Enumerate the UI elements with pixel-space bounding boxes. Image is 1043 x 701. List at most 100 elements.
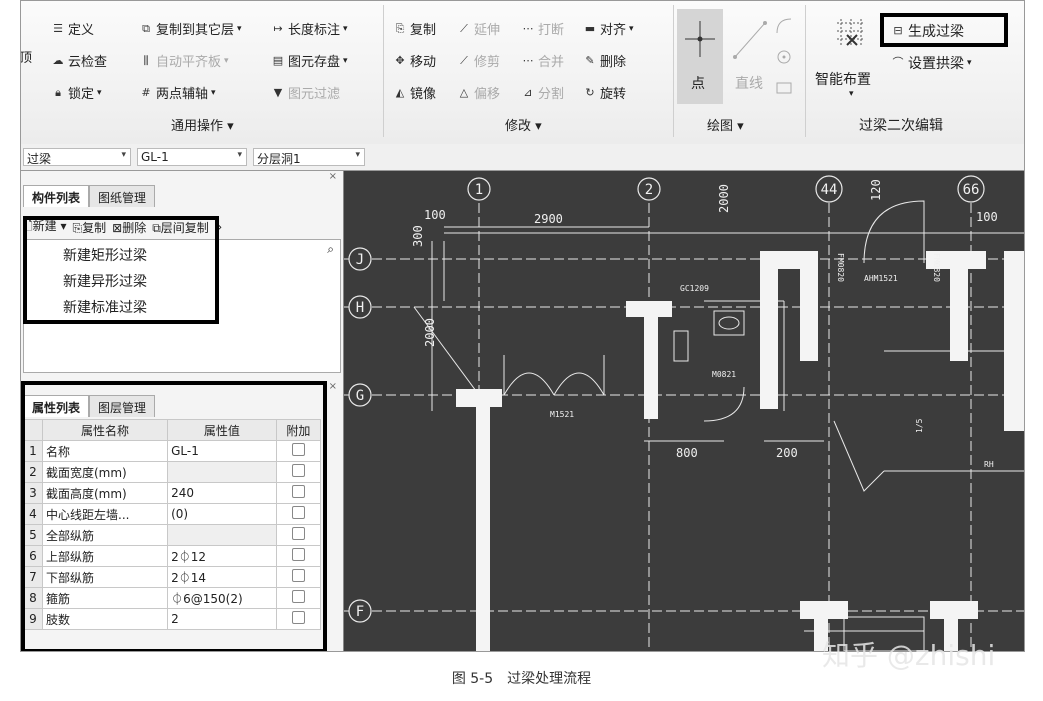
move-button[interactable]: ✥ 移动 — [393, 51, 436, 70]
extend-button[interactable]: ⟋ 延伸 — [457, 19, 500, 38]
app-window: 顶 ☰ 定义 ☁ 云检查 🔒︎ 锁定 ▾ ⧉ 复制到其它层 ▾ ⫼ 自动平齐板 ▾ # 两点辅轴 ▾… — [20, 0, 1025, 652]
dim-label: 120 — [869, 179, 883, 201]
smart-layout-icon — [837, 19, 865, 47]
copy-layer-icon: ⧉ — [142, 21, 150, 35]
selector-bar: 过梁 ▾ GL-1 ▾ 分层洞1 ▾ — [21, 144, 1024, 171]
highlight-new-menu — [23, 216, 219, 324]
smart-layout-button[interactable]: 智能布置 — [815, 69, 871, 89]
group-general-label: 通用操作 ▾ — [171, 119, 234, 134]
close-icon[interactable]: × — [329, 381, 337, 392]
ribbon-separator — [383, 5, 384, 137]
dim-label: 2000 — [423, 318, 437, 347]
component-tag: RH — [984, 460, 994, 469]
offset-icon: △ — [459, 85, 469, 99]
axis-label: 2 — [645, 182, 653, 198]
axis-label: 66 — [963, 182, 980, 198]
element-save-button[interactable]: ▤ 图元存盘 ▾ — [271, 51, 348, 70]
offset-button[interactable]: △ 偏移 — [457, 83, 500, 102]
mirror-icon: ◭ — [395, 85, 405, 99]
filter-icon: ▼ — [273, 85, 283, 99]
tab-drawing-management[interactable]: 图纸管理 — [89, 185, 156, 207]
copy-button[interactable]: ⎘ 复制 — [393, 19, 436, 38]
axis-label: H — [356, 300, 364, 316]
dim-label: 2900 — [534, 212, 563, 226]
merge-button[interactable]: ⋯ 合并 — [521, 51, 565, 70]
copy-to-layer-button[interactable]: ⧉ 复制到其它层 ▾ — [139, 19, 241, 38]
component-tag: GC1209 — [680, 284, 709, 293]
axis-label: J — [356, 252, 364, 268]
split-button[interactable]: ⊿ 分割 — [521, 83, 564, 102]
copy-icon: ⎘ — [395, 21, 405, 35]
close-icon[interactable]: × — [329, 171, 337, 182]
extend-icon: ⟋ — [460, 21, 468, 35]
cloud-check-button[interactable]: ☁ 云检查 — [51, 51, 108, 70]
auto-align-slab-button[interactable]: ⫼ 自动平齐板 ▾ — [139, 51, 228, 70]
cloud-icon: ☁ — [52, 53, 64, 67]
define-icon: ☰ — [53, 21, 63, 35]
component-tag: AHM1521 — [864, 274, 898, 283]
ribbon-separator — [673, 5, 674, 137]
group-beam-label: 过梁二次编辑 — [859, 118, 943, 134]
left-pane: × 构件列表 图纸管理 🗋新建 ▾ ⎘复制 ⊠删除 ⧉层间复制 » ⌕ 新建矩形… — [21, 171, 344, 651]
axis-icon: # — [141, 85, 151, 99]
align-icon: ▬ — [584, 21, 596, 35]
dim-label: 100 — [976, 210, 998, 224]
lock-button[interactable]: 🔒︎ 锁定 ▾ — [51, 83, 101, 102]
axis-label: G — [356, 388, 364, 404]
figure-caption: 图 5-5 过梁处理流程 — [451, 671, 592, 687]
search-icon[interactable]: ⌕ — [327, 242, 334, 257]
dim-label: 100 — [424, 208, 446, 222]
smart-layout-dropdown-arrow[interactable]: ▾ — [849, 89, 854, 99]
dim-label: 200 — [776, 446, 798, 460]
dim-label: 800 — [676, 446, 698, 460]
rotate-button[interactable]: ↻ 旋转 — [583, 83, 626, 102]
draw-line-button[interactable]: 直线 — [727, 9, 773, 104]
name-select[interactable]: GL-1 ▾ — [137, 148, 247, 166]
trim-button[interactable]: ⟋ 修剪 — [457, 51, 500, 70]
type-select[interactable]: 过梁 ▾ — [23, 148, 131, 166]
mirror-button[interactable]: ◭ 镜像 — [393, 83, 436, 102]
axis-label: 44 — [821, 182, 838, 198]
length-dim-button[interactable]: ↦ 长度标注 ▾ — [271, 19, 347, 38]
split-icon: ⊿ — [523, 85, 533, 99]
highlight-generate-beam — [880, 13, 1008, 47]
two-point-axis-button[interactable]: # 两点辅轴 ▾ — [139, 83, 215, 102]
axis-label: F — [356, 604, 364, 620]
element-filter-button[interactable]: ▼ 图元过滤 — [271, 83, 340, 102]
rotate-icon: ↻ — [585, 85, 595, 99]
move-icon: ✥ — [395, 53, 405, 67]
trim-icon: ⟋ — [460, 53, 468, 67]
point-icon — [685, 21, 715, 57]
define-button[interactable]: ☰ 定义 — [51, 19, 94, 38]
ribbon: 顶 ☰ 定义 ☁ 云检查 🔒︎ 锁定 ▾ ⧉ 复制到其它层 ▾ ⫼ 自动平齐板 ▾ # 两点辅轴 ▾… — [21, 1, 1024, 145]
highlight-property-table — [21, 381, 327, 651]
axis-label: 1 — [475, 182, 483, 198]
component-tag: FM0820 — [836, 253, 845, 282]
delete-button[interactable]: ✎ 删除 — [583, 51, 626, 70]
component-tabs: 构件列表 图纸管理 — [23, 185, 156, 207]
tab-component-list[interactable]: 构件列表 — [23, 185, 90, 207]
cad-canvas[interactable]: 1 2 44 66 J H G F 100 2900 300 2000 2000… — [344, 171, 1024, 651]
dim-label: 300 — [411, 225, 425, 247]
dim-label: 2000 — [717, 184, 731, 213]
dimension-icon: ↦ — [273, 21, 283, 35]
merge-icon: ⋯ — [522, 53, 534, 67]
arc-tools-icon — [776, 18, 792, 94]
line-icon — [733, 21, 767, 59]
group-draw-label: 绘图 ▾ — [707, 119, 744, 134]
component-tag: M1521 — [550, 410, 574, 419]
ribbon-separator — [805, 5, 806, 137]
lock-icon: 🔒︎ — [55, 85, 61, 99]
ribbon-cut-label: 顶 — [20, 51, 33, 66]
component-tag: FM0820 — [932, 253, 941, 282]
save-icon: ▤ — [272, 53, 284, 67]
align-slab-icon: ⫼ — [143, 53, 149, 67]
layer-select[interactable]: 分层洞1 ▾ — [253, 148, 365, 166]
component-tag: M0821 — [712, 370, 736, 379]
align-button[interactable]: ▬ 对齐 ▾ — [583, 19, 634, 38]
draw-point-button[interactable]: 点 — [677, 9, 723, 104]
break-button[interactable]: ⋯ 打断 — [521, 19, 565, 38]
component-tag: 1/5 — [915, 418, 924, 433]
set-arch-beam-button[interactable]: ⌒ 设置拱梁 ▾ — [891, 53, 972, 73]
group-modify-label: 修改 ▾ — [505, 119, 542, 134]
